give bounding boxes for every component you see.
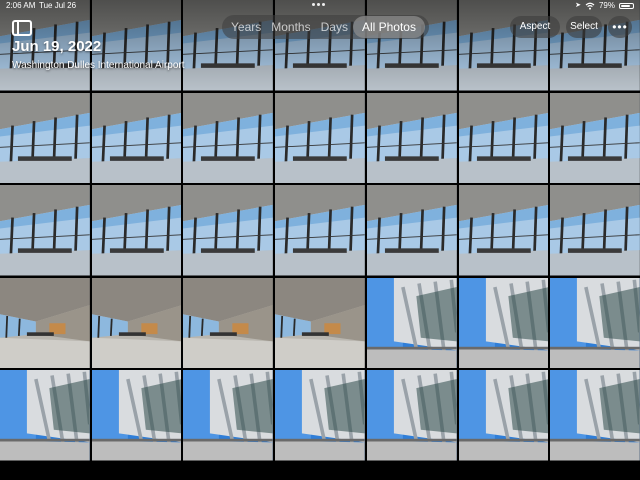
tab-days[interactable]: Days [316, 16, 353, 38]
photo-thumbnail[interactable] [0, 92, 90, 183]
photo-thumbnail[interactable] [183, 277, 274, 368]
tab-years[interactable]: Years [226, 16, 266, 38]
photo-thumbnail[interactable] [550, 0, 640, 91]
photo-thumbnail[interactable] [275, 370, 365, 461]
photo-thumbnail[interactable] [275, 0, 365, 91]
battery-percent: 79% [598, 1, 615, 10]
photo-thumbnail[interactable] [275, 185, 365, 276]
photo-thumbnail[interactable] [458, 185, 549, 276]
more-button[interactable]: ••• [608, 16, 632, 38]
section-date: Jun 19, 2022 [12, 38, 102, 55]
status-time: 2:06 AM [6, 1, 36, 10]
photo-thumbnail[interactable] [366, 185, 457, 276]
photo-thumbnail[interactable] [275, 92, 365, 183]
photo-thumbnail[interactable] [550, 185, 640, 276]
select-button[interactable]: Select [566, 16, 602, 38]
photo-grid [0, 0, 640, 480]
photo-thumbnail[interactable] [550, 370, 640, 461]
photo-thumbnail[interactable] [91, 370, 182, 461]
photo-thumbnail[interactable] [183, 0, 274, 91]
photo-thumbnail[interactable] [183, 185, 274, 276]
view-switcher: Years Months Days All Photos [222, 15, 429, 39]
tab-all-photos[interactable]: All Photos [352, 16, 425, 38]
photo-thumbnail[interactable] [458, 277, 549, 368]
location-arrow-icon: ➤ [575, 2, 581, 9]
photo-thumbnail[interactable] [366, 92, 457, 183]
section-location[interactable]: Washington Dulles International Airport [12, 60, 185, 71]
multitasking-dots-icon[interactable] [312, 3, 325, 6]
photo-thumbnail[interactable] [183, 92, 274, 183]
photo-thumbnail[interactable] [91, 0, 182, 91]
photo-thumbnail[interactable] [275, 277, 365, 368]
status-date: Tue Jul 26 [39, 1, 77, 10]
status-right: ➤ 79% [575, 0, 634, 12]
photo-thumbnail[interactable] [183, 370, 274, 461]
aspect-button[interactable]: Aspect [510, 16, 560, 38]
photo-thumbnail[interactable] [550, 277, 640, 368]
photo-thumbnail[interactable] [0, 370, 90, 461]
photo-thumbnail[interactable] [91, 277, 182, 368]
photo-thumbnail[interactable] [366, 0, 457, 91]
wifi-icon [585, 2, 595, 10]
photo-thumbnail[interactable] [91, 92, 182, 183]
photo-thumbnail[interactable] [458, 0, 549, 91]
photo-thumbnail[interactable] [366, 370, 457, 461]
status-bar: 2:06 AM Tue Jul 26 ➤ 79% [0, 0, 640, 12]
photo-thumbnail[interactable] [550, 92, 640, 183]
photo-thumbnail[interactable] [458, 92, 549, 183]
photo-thumbnail[interactable] [458, 370, 549, 461]
tab-months[interactable]: Months [266, 16, 315, 38]
photo-thumbnail[interactable] [366, 277, 457, 368]
photo-thumbnail[interactable] [0, 185, 90, 276]
photo-thumbnail[interactable] [91, 185, 182, 276]
photo-thumbnail[interactable] [0, 277, 90, 368]
battery-icon [619, 3, 634, 9]
sidebar-icon[interactable] [12, 20, 32, 36]
